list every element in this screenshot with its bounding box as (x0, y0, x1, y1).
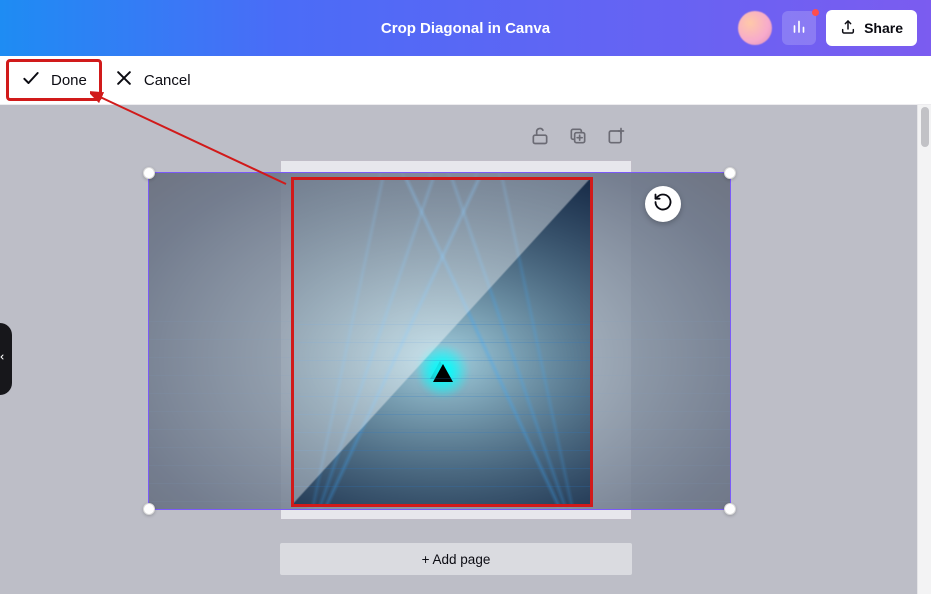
cancel-button[interactable]: Cancel (102, 62, 203, 98)
vertical-scrollbar[interactable] (917, 105, 931, 594)
app-header: Crop Diagonal in Canva Share (0, 0, 931, 56)
unlock-icon (530, 126, 550, 151)
done-button[interactable]: Done (6, 59, 102, 101)
rotate-button[interactable] (645, 186, 681, 222)
upload-icon (840, 19, 856, 38)
done-label: Done (51, 72, 87, 89)
chevron-left-icon (0, 350, 6, 368)
share-button[interactable]: Share (826, 10, 917, 46)
side-panel-toggle[interactable] (0, 323, 12, 395)
resize-handle-bottom-right[interactable] (724, 503, 736, 515)
add-page-button[interactable]: + Add page (280, 543, 632, 575)
page-actions (530, 128, 626, 148)
insights-button[interactable] (782, 11, 816, 45)
add-page-icon (606, 126, 626, 151)
resize-handle-top-right[interactable] (724, 167, 736, 179)
project-title: Crop Diagonal in Canva (381, 20, 550, 37)
close-icon (114, 68, 134, 92)
rotate-icon (653, 192, 673, 217)
crop-toolbar: Done Cancel (0, 56, 931, 105)
chart-icon (790, 17, 808, 40)
diagonal-mask-overlay (294, 180, 590, 504)
duplicate-button[interactable] (568, 128, 588, 148)
add-page-label: + Add page (422, 552, 491, 567)
cancel-label: Cancel (144, 72, 191, 89)
avatar[interactable] (738, 11, 772, 45)
check-icon (21, 68, 41, 92)
unlock-button[interactable] (530, 128, 550, 148)
resize-handle-top-left[interactable] (143, 167, 155, 179)
resize-handle-bottom-left[interactable] (143, 503, 155, 515)
crop-window-highlight[interactable] (291, 177, 593, 507)
add-page-icon-button[interactable] (606, 128, 626, 148)
share-label: Share (864, 20, 903, 36)
copy-icon (568, 126, 588, 151)
